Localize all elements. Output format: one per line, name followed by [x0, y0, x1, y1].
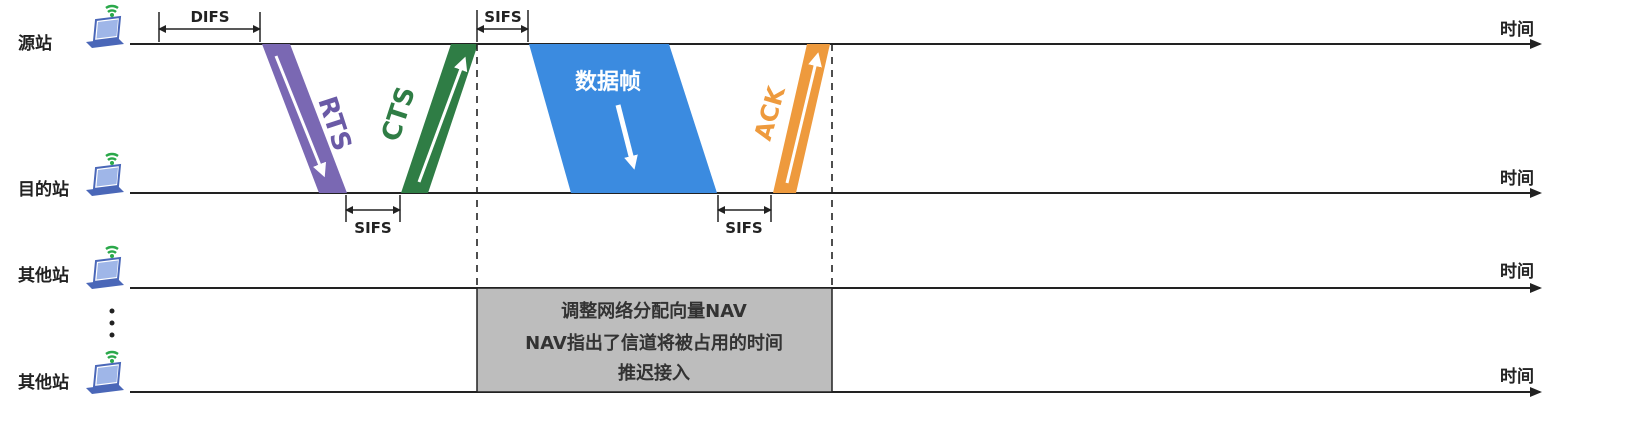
sifs-label-2: SIFS: [725, 219, 762, 237]
laptop-wifi-icon: [84, 350, 126, 396]
difs-interval: DIFS: [158, 8, 261, 42]
sifs-interval-2: SIFS: [717, 195, 772, 237]
station-label-source: 源站: [18, 33, 52, 54]
station-label-destination: 目的站: [18, 179, 69, 200]
axis-label-time-other-1: 时间: [1500, 261, 1534, 282]
axis-label-time-source: 时间: [1500, 19, 1534, 40]
station-label-other-1: 其他站: [18, 265, 69, 286]
data-frame-label: 数据帧: [575, 69, 641, 95]
difs-label: DIFS: [190, 8, 229, 26]
data-frame: 数据帧: [529, 44, 717, 193]
axis-label-time-other-2: 时间: [1500, 366, 1534, 387]
sifs-interval-1: SIFS: [345, 195, 401, 237]
laptop-wifi-icon: [84, 4, 126, 50]
rts-frame: RTS: [262, 44, 357, 193]
cts-frame: CTS: [376, 44, 478, 193]
cts-label: CTS: [376, 83, 422, 145]
laptop-wifi-icon: [84, 245, 126, 291]
sifs-label-1: SIFS: [354, 219, 391, 237]
nav-line-3: 推迟接入: [618, 362, 690, 384]
nav-box: 调整网络分配向量NAV NAV指出了信道将被占用的时间 推迟接入: [476, 287, 833, 393]
laptop-wifi-icon: [84, 152, 126, 198]
timing-diagram-canvas: 源站 时间 目的站 时间 其他站 时间 其他站 时间 DIFS SIFS SIF…: [18, 4, 1542, 397]
axis-label-time-destination: 时间: [1500, 168, 1534, 189]
sifs-label-top: SIFS: [484, 8, 521, 26]
ack-frame: ACK: [749, 44, 830, 193]
csma-ca-rts-cts-timing-diagram: 源站 时间 目的站 时间 其他站 时间 其他站 时间 DIFS SIFS SIF…: [0, 0, 1628, 424]
station-row-other-1: 其他站 时间: [18, 245, 1542, 293]
station-row-source: 源站 时间: [18, 4, 1542, 54]
nav-line-1: 调整网络分配向量NAV: [561, 300, 747, 322]
ack-label: ACK: [749, 82, 791, 144]
more-stations-ellipsis: [109, 308, 115, 338]
sifs-interval-top: SIFS: [476, 8, 529, 42]
station-label-other-2: 其他站: [18, 372, 69, 393]
nav-line-2: NAV指出了信道将被占用的时间: [525, 332, 783, 354]
